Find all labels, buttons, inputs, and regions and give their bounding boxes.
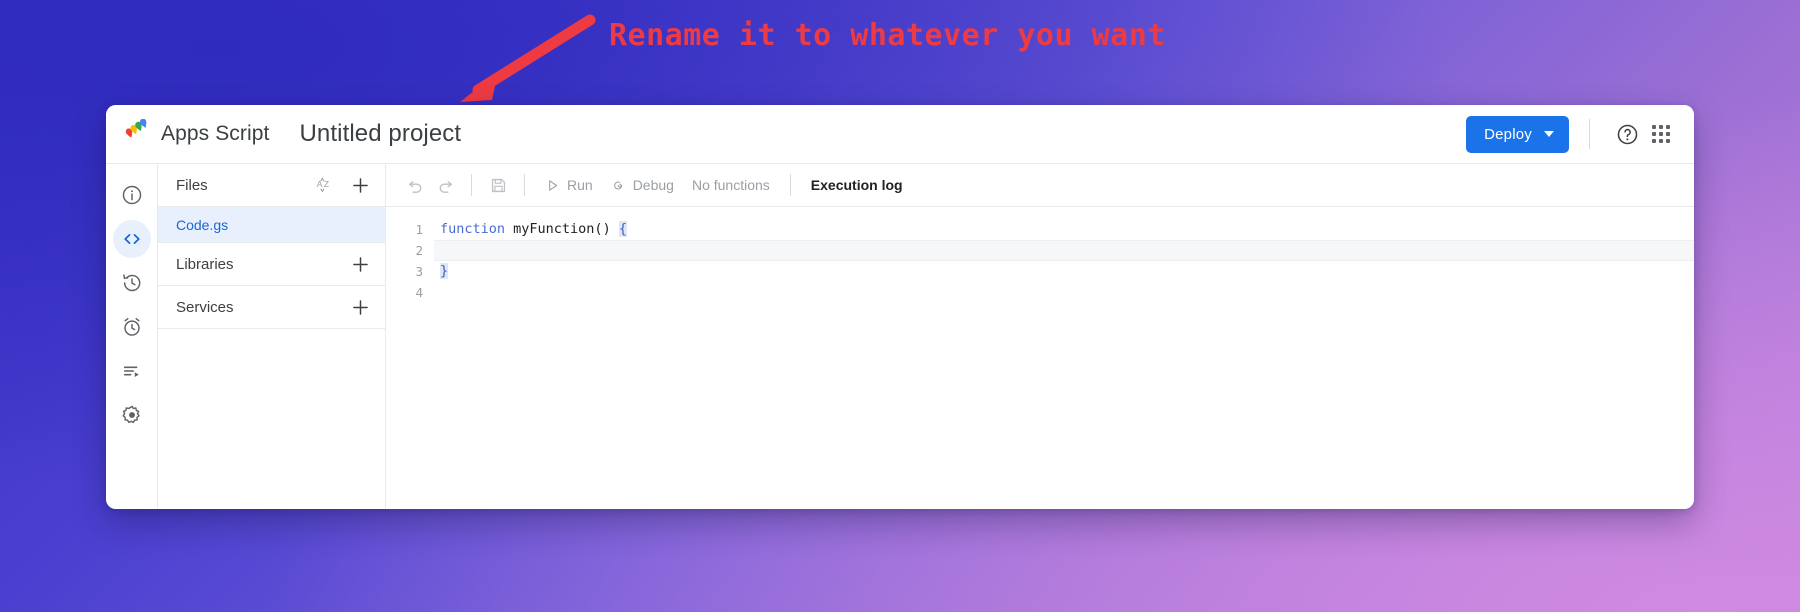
toolbar-divider-2 <box>524 174 525 196</box>
file-item-label: Code.gs <box>176 216 229 233</box>
deploy-label: Deploy <box>1484 125 1532 143</box>
code-line-2 <box>434 240 1694 261</box>
help-circle-icon <box>1617 124 1637 144</box>
info-icon <box>122 185 141 205</box>
save-disk-icon <box>491 178 505 192</box>
line-number-gutter: 1 2 3 4 <box>386 207 434 509</box>
function-selector[interactable]: No functions <box>683 170 779 200</box>
code-editor[interactable]: 1 2 3 4 function myFunction() { } <box>386 207 1694 509</box>
debug-bug-icon <box>613 180 622 190</box>
services-label: Services <box>176 298 234 316</box>
undo-button[interactable] <box>400 170 430 200</box>
project-title[interactable]: Untitled project <box>299 120 461 148</box>
add-service-button[interactable] <box>347 294 373 320</box>
chevron-down-icon <box>1544 131 1554 137</box>
apps-script-logo <box>125 119 147 138</box>
brand[interactable]: Apps Script <box>122 119 269 149</box>
annotation-rename-text: Rename it to whatever you want <box>609 18 1166 53</box>
sidebar-item-project-history[interactable] <box>113 264 151 302</box>
gear-icon <box>121 405 140 424</box>
services-actions <box>347 294 373 320</box>
debug-button[interactable]: Debug <box>602 170 683 200</box>
code-open-brace: { <box>618 221 627 237</box>
executions-list-icon <box>123 366 139 378</box>
undo-icon <box>408 180 421 193</box>
apps-grid-icon <box>1652 125 1670 143</box>
services-header[interactable]: Services <box>158 286 385 329</box>
help-button[interactable] <box>1610 117 1644 151</box>
sort-az-icon: A Z <box>316 176 329 192</box>
execution-log-label: Execution log <box>810 177 903 193</box>
svg-text:Z: Z <box>323 179 329 189</box>
header-actions: Deploy <box>1466 115 1678 153</box>
file-item-code-gs[interactable]: Code.gs <box>158 207 385 243</box>
annotation-arrow-to-title <box>460 14 596 102</box>
header-divider <box>1589 119 1590 149</box>
add-file-button[interactable] <box>347 172 373 198</box>
line-number: 1 <box>415 222 423 237</box>
google-apps-button[interactable] <box>1644 117 1678 151</box>
left-nav-rail <box>106 164 158 509</box>
line-number: 4 <box>415 285 423 300</box>
brand-label: Apps Script <box>161 122 270 145</box>
redo-icon <box>439 180 452 193</box>
code-line-1: function myFunction() { <box>434 219 1694 240</box>
code-keyword: function <box>440 221 506 237</box>
window-body: Files A Z Code.gs Libraries Services Run… <box>106 163 1694 509</box>
toolbar-divider-1 <box>471 174 472 196</box>
code-close-brace: } <box>440 263 449 279</box>
code-function-name: myFunction() <box>505 221 619 237</box>
svg-text:A: A <box>316 179 322 189</box>
editor-column: Run Debug No functions Execution log 1 2… <box>386 164 1694 509</box>
save-button[interactable] <box>483 170 513 200</box>
execution-log-button[interactable]: Execution log <box>802 170 912 200</box>
function-selector-label: No functions <box>691 177 770 193</box>
apps-script-window: Apps Script Untitled project Deploy File… <box>106 105 1694 509</box>
line-number: 2 <box>415 243 423 258</box>
add-library-button[interactable] <box>347 251 373 277</box>
run-button[interactable]: Run <box>536 170 602 200</box>
deploy-button[interactable]: Deploy <box>1466 115 1569 153</box>
files-label: Files <box>176 176 208 194</box>
editor-toolbar: Run Debug No functions Execution log <box>386 164 1694 207</box>
plus-icon <box>352 256 368 272</box>
sidebar-item-editor[interactable] <box>112 220 151 258</box>
code-brackets-icon <box>123 234 140 244</box>
toolbar-divider-3 <box>789 174 791 196</box>
sidebar-item-project-settings[interactable] <box>113 396 151 434</box>
alarm-clock-icon <box>123 317 140 336</box>
files-header-actions: A Z <box>311 172 373 198</box>
code-lines[interactable]: function myFunction() { } <box>434 207 1694 509</box>
code-line-3: } <box>434 261 1694 282</box>
redo-button[interactable] <box>430 170 460 200</box>
plus-icon <box>352 299 368 315</box>
libraries-actions <box>347 251 373 277</box>
sidebar-item-overview[interactable] <box>113 176 151 214</box>
play-triangle-icon <box>549 179 558 191</box>
app-header: Apps Script Untitled project Deploy <box>106 105 1694 163</box>
plus-icon <box>352 177 368 193</box>
debug-label: Debug <box>632 177 674 193</box>
history-clock-icon <box>122 274 140 292</box>
line-number: 3 <box>415 264 423 279</box>
libraries-header[interactable]: Libraries <box>158 243 385 286</box>
run-label: Run <box>567 177 593 193</box>
sidebar-item-triggers[interactable] <box>113 308 151 346</box>
sidebar-item-executions[interactable] <box>113 352 151 390</box>
sort-files-button[interactable]: A Z <box>311 172 337 198</box>
files-panel: Files A Z Code.gs Libraries Services <box>158 164 386 509</box>
files-header: Files A Z <box>158 164 385 207</box>
libraries-label: Libraries <box>176 255 234 273</box>
